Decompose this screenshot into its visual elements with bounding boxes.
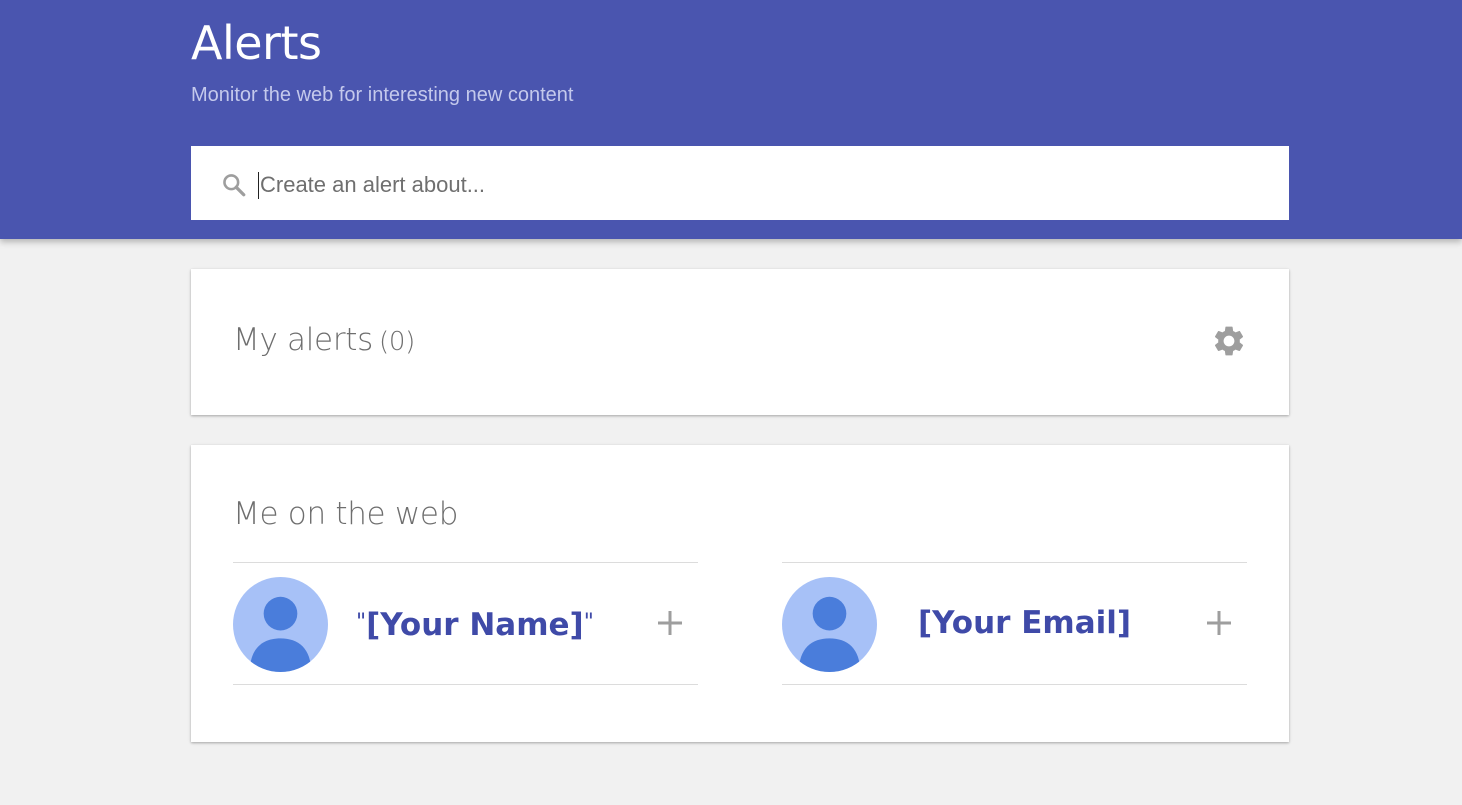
your-email-label: [Your Email] bbox=[918, 605, 1132, 641]
person-avatar-icon bbox=[782, 577, 877, 672]
plus-icon[interactable] bbox=[655, 608, 685, 638]
page-title: Alerts bbox=[191, 16, 322, 70]
text-cursor bbox=[258, 172, 259, 199]
open-quote: " bbox=[356, 610, 367, 635]
plus-icon[interactable] bbox=[1204, 608, 1234, 638]
search-input[interactable] bbox=[258, 166, 1260, 204]
your-name-label: "[Your Name]" bbox=[356, 601, 594, 647]
suggestion-your-name: "[Your Name]" bbox=[233, 562, 698, 685]
my-alerts-heading: My alerts (0) bbox=[233, 320, 415, 362]
alert-count: (0) bbox=[378, 327, 415, 357]
me-on-the-web-card: Me on the web "[Your Name]" [Your Email] bbox=[191, 445, 1289, 742]
person-avatar-icon bbox=[233, 577, 328, 672]
me-on-the-web-title: Me on the web bbox=[233, 496, 459, 532]
gear-icon[interactable] bbox=[1211, 323, 1247, 359]
search-icon bbox=[223, 174, 246, 197]
suggestion-your-email: [Your Email] bbox=[782, 562, 1247, 685]
close-quote: " bbox=[583, 610, 594, 635]
my-alerts-title: My alerts bbox=[233, 322, 373, 358]
page-subtitle: Monitor the web for interesting new cont… bbox=[191, 84, 574, 106]
my-alerts-card: My alerts (0) bbox=[191, 269, 1289, 415]
your-name-text: [Your Name] bbox=[366, 607, 584, 643]
